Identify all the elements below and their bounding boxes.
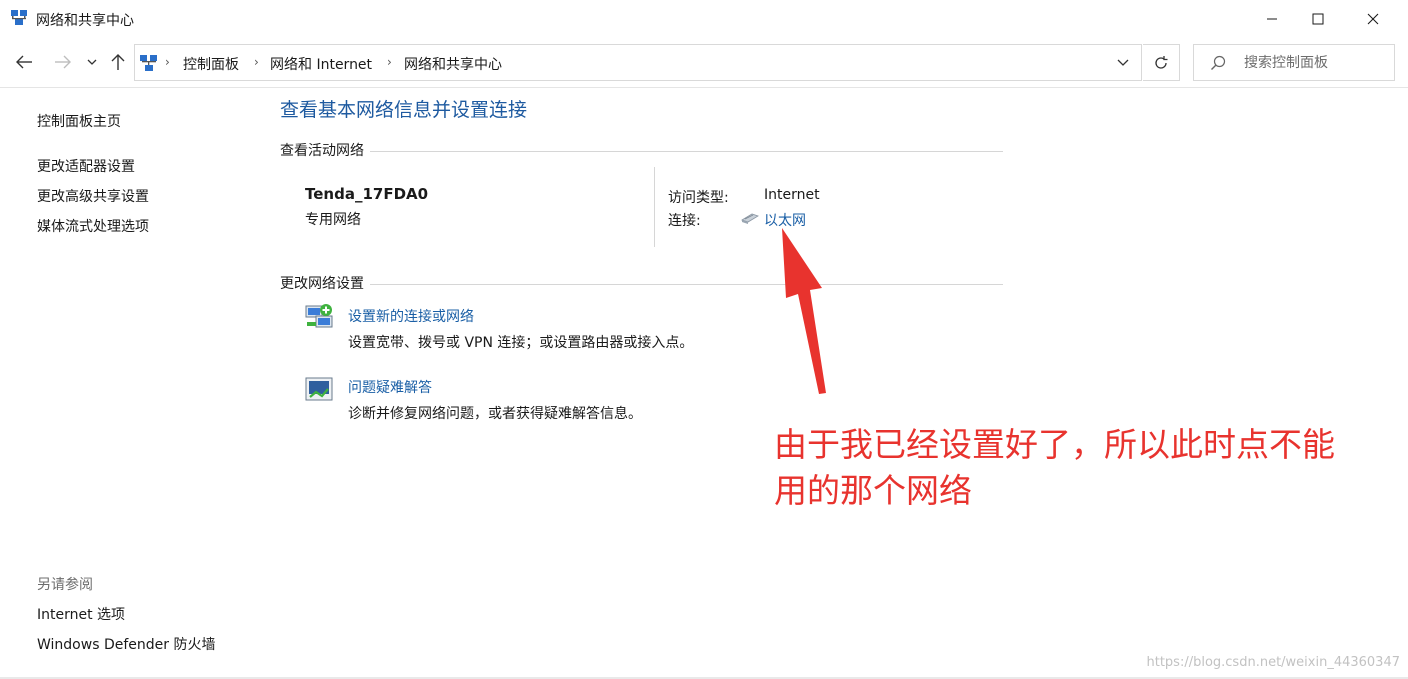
refresh-icon <box>1155 55 1168 69</box>
maximize-icon <box>1312 13 1324 25</box>
control-panel-icon <box>140 55 157 71</box>
ethernet-icon <box>741 213 759 224</box>
forward-button[interactable] <box>51 50 75 74</box>
network-center-icon <box>11 10 27 25</box>
active-networks-heading: 查看活动网络 <box>280 140 370 160</box>
arrow-right-icon <box>55 55 71 69</box>
network-type: 专用网络 <box>305 212 361 228</box>
search-input[interactable] <box>1244 53 1389 73</box>
close-button[interactable] <box>1350 0 1396 38</box>
maximize-button[interactable] <box>1295 0 1341 38</box>
address-history-button[interactable] <box>1111 53 1135 73</box>
section-divider <box>280 151 1003 152</box>
sidebar-item-adapter-settings[interactable]: 更改适配器设置 <box>37 156 135 176</box>
annotation-line: 用的那个网络 <box>774 471 972 510</box>
setup-connection-description: 设置宽带、拨号或 VPN 连接；或设置路由器或接入点。 <box>348 335 694 351</box>
window-title: 网络和共享中心 <box>36 13 134 29</box>
annotation-line: 由于我已经设置好了，所以此时点不能 <box>774 425 1335 464</box>
search-icon <box>1211 55 1226 70</box>
search-box[interactable] <box>1193 44 1395 81</box>
breadcrumb-separator: › <box>254 55 259 69</box>
breadcrumb-separator: › <box>387 55 392 69</box>
see-also-defender-firewall[interactable]: Windows Defender 防火墙 <box>37 634 215 654</box>
close-icon <box>1367 13 1379 25</box>
sidebar: 控制面板主页 更改适配器设置 更改高级共享设置 媒体流式处理选项 另请参阅 In… <box>0 89 262 679</box>
see-also-internet-options[interactable]: Internet 选项 <box>37 604 125 624</box>
breadcrumb-network-internet[interactable]: 网络和 Internet <box>270 54 372 74</box>
breadcrumb-separator: › <box>165 55 170 69</box>
minimize-button[interactable] <box>1249 0 1295 38</box>
network-divider <box>654 167 655 247</box>
address-toolbar: › 控制面板 › 网络和 Internet › 网络和共享中心 <box>0 38 1408 88</box>
troubleshoot-icon <box>305 377 333 401</box>
up-button[interactable] <box>106 50 130 74</box>
chevron-down-icon <box>87 59 97 65</box>
breadcrumb-network-center[interactable]: 网络和共享中心 <box>404 54 502 74</box>
section-divider <box>280 284 1003 285</box>
sidebar-item-advanced-sharing[interactable]: 更改高级共享设置 <box>37 186 149 206</box>
new-connection-icon <box>305 304 333 328</box>
network-name: Tenda_17FDA0 <box>305 185 429 203</box>
main-content: 查看基本网络信息并设置连接 查看活动网络 Tenda_17FDA0 专用网络 访… <box>280 89 1408 679</box>
access-type-value: Internet <box>764 187 820 203</box>
page-title: 查看基本网络信息并设置连接 <box>280 99 528 121</box>
sidebar-item-media-streaming[interactable]: 媒体流式处理选项 <box>37 216 149 236</box>
back-button[interactable] <box>12 50 36 74</box>
arrow-up-icon <box>111 54 125 70</box>
minimize-icon <box>1267 18 1277 20</box>
annotation-arrow <box>782 228 826 394</box>
troubleshoot-description: 诊断并修复网络问题，或者获得疑难解答信息。 <box>348 406 642 422</box>
watermark: https://blog.csdn.net/weixin_44360347 <box>1146 655 1400 670</box>
arrow-left-icon <box>16 55 32 69</box>
title-bar: 网络和共享中心 <box>0 0 1408 38</box>
recent-locations-button[interactable] <box>82 50 102 74</box>
address-box[interactable]: › 控制面板 › 网络和 Internet › 网络和共享中心 <box>134 44 1142 81</box>
ethernet-connection-link[interactable]: 以太网 <box>764 210 806 230</box>
access-type-label: 访问类型: <box>668 190 729 206</box>
troubleshoot-link[interactable]: 问题疑难解答 <box>348 377 432 397</box>
change-settings-heading: 更改网络设置 <box>280 273 370 293</box>
breadcrumb-control-panel[interactable]: 控制面板 <box>183 54 239 74</box>
see-also-heading: 另请参阅 <box>37 577 93 593</box>
sidebar-item-home[interactable]: 控制面板主页 <box>37 111 121 131</box>
chevron-down-icon <box>1117 59 1129 66</box>
connection-label: 连接: <box>668 213 701 229</box>
refresh-button[interactable] <box>1143 44 1180 81</box>
setup-connection-link[interactable]: 设置新的连接或网络 <box>348 306 474 326</box>
annotation-text: 由于我已经设置好了，所以此时点不能 用的那个网络 <box>774 422 1408 514</box>
